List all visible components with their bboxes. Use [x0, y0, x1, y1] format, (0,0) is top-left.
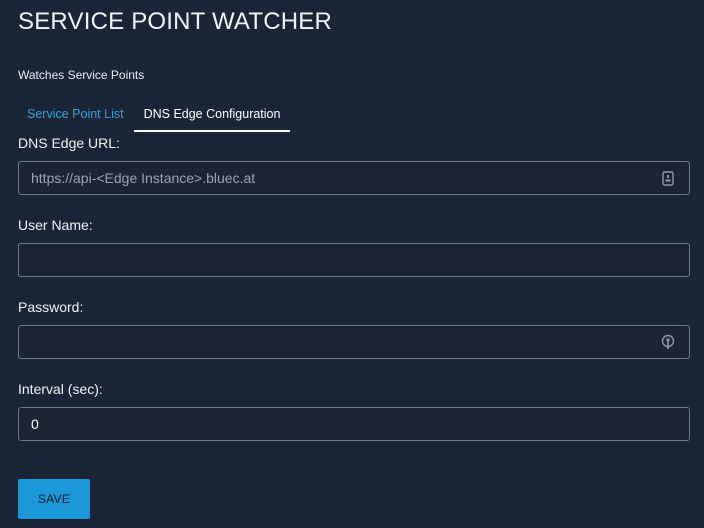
key-icon[interactable] [661, 334, 675, 350]
dns-edge-url-field-wrapper [18, 161, 690, 195]
clipboard-icon[interactable] [661, 170, 675, 186]
interval-input[interactable] [19, 408, 689, 440]
user-name-input[interactable] [19, 244, 689, 276]
user-name-label: User Name: [18, 217, 93, 233]
interval-label: Interval (sec): [18, 381, 103, 397]
tab-dns-edge-configuration[interactable]: DNS Edge Configuration [133, 100, 291, 132]
tab-service-point-list[interactable]: Service Point List [17, 100, 134, 132]
page-title: SERVICE POINT WATCHER [18, 8, 333, 35]
save-button[interactable]: SAVE [18, 479, 90, 519]
page: SERVICE POINT WATCHER Watches Service Po… [0, 0, 704, 528]
interval-field-wrapper [18, 407, 690, 441]
password-label: Password: [18, 299, 84, 315]
dns-edge-url-label: DNS Edge URL: [18, 135, 120, 151]
user-name-field-wrapper [18, 243, 690, 277]
tab-bar: Service Point List DNS Edge Configuratio… [17, 100, 291, 132]
password-input[interactable] [19, 326, 661, 358]
page-subtitle: Watches Service Points [18, 68, 145, 82]
password-field-wrapper [18, 325, 690, 359]
dns-edge-url-input[interactable] [19, 162, 661, 194]
